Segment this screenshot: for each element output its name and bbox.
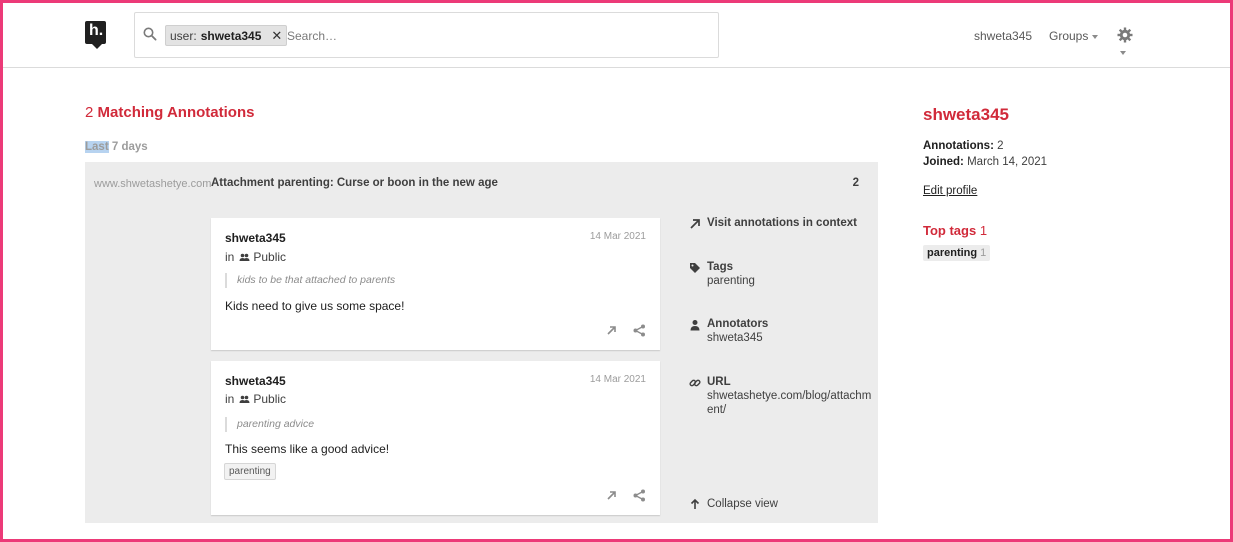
annotations-stat-value: 2 — [997, 140, 1004, 152]
gear-icon — [1117, 27, 1133, 43]
profile-username: shweta345 — [923, 105, 1009, 124]
search-filter-lozenge: user: shweta345 ✕ — [165, 25, 288, 46]
arrow-up-icon — [690, 498, 700, 509]
user-icon — [690, 320, 700, 331]
results-title: 2 Matching Annotations — [85, 104, 254, 121]
search-input[interactable] — [287, 26, 687, 46]
annotation-date[interactable]: 14 Mar 2021 — [590, 231, 646, 242]
annotation-date[interactable]: 14 Mar 2021 — [590, 374, 646, 385]
annotation-group: in Public — [225, 392, 286, 406]
collapse-view-button[interactable]: Collapse view — [689, 497, 877, 511]
top-tag-pill[interactable]: parenting 1 — [923, 245, 991, 261]
joined-stat-value: March 14, 2021 — [967, 156, 1048, 168]
bucket-tags-section: Tags parenting — [689, 261, 877, 288]
group-prefix: in — [225, 392, 235, 406]
group-prefix: in — [225, 250, 235, 264]
top-tags-count: 1 — [979, 223, 988, 238]
time-header-rest: 7 days — [108, 141, 148, 153]
settings-menu[interactable] — [1116, 26, 1146, 55]
top-tags-label: Top tags — [923, 223, 977, 238]
url-value[interactable]: shwetashetye.com/blog/attachment/ — [707, 389, 877, 417]
visit-in-context-link[interactable]: Visit annotations in context — [689, 217, 857, 230]
tags-value[interactable]: parenting — [707, 274, 877, 288]
nav-username-link[interactable]: shweta345 — [974, 29, 1032, 43]
annotation-actions — [605, 324, 646, 337]
annotation-tag[interactable]: parenting — [224, 463, 276, 480]
filter-prefix: user: — [170, 28, 197, 43]
tag-icon — [690, 263, 700, 273]
annotation-card: shweta345 14 Mar 2021 in Public parentin… — [211, 361, 660, 515]
groups-icon — [239, 395, 250, 403]
annotation-quote: kids to be that attached to parents — [225, 273, 395, 288]
annotation-body: Kids need to give us some space! — [225, 299, 405, 313]
joined-stat-label: Joined: — [923, 156, 964, 168]
groups-icon — [239, 253, 250, 261]
results-title-label: Matching Annotations — [97, 104, 255, 121]
hypothesis-logo[interactable]: h. — [85, 21, 106, 49]
time-header-highlighted: Last — [85, 141, 109, 153]
annotation-card: shweta345 14 Mar 2021 in Public kids to … — [211, 218, 660, 350]
app-window: h. user: shweta345 ✕ shweta345 Groups — [0, 0, 1233, 542]
annotation-actions — [605, 489, 646, 502]
tags-label: Tags — [707, 261, 733, 273]
url-label: URL — [707, 376, 731, 388]
bucket-url-section: URL shwetashetye.com/blog/attachment/ — [689, 376, 877, 417]
annotation-body: This seems like a good advice! — [225, 442, 390, 456]
group-name[interactable]: Public — [253, 392, 286, 406]
time-bucket-header: Last 7 days — [85, 141, 148, 153]
search-bar[interactable]: user: shweta345 ✕ — [134, 12, 719, 58]
bucket-document-title[interactable]: Attachment parenting: Curse or boon in t… — [211, 177, 498, 189]
annotations-stat-label: Annotations: — [923, 140, 994, 152]
annotators-value[interactable]: shweta345 — [707, 331, 877, 345]
remove-filter-icon[interactable]: ✕ — [271, 28, 282, 44]
external-link-icon[interactable] — [605, 489, 618, 502]
bucket-annotators-section: Annotators shweta345 — [689, 318, 877, 345]
groups-label: Groups — [1049, 29, 1089, 43]
collapse-view-label: Collapse view — [707, 498, 778, 510]
top-navigation: h. user: shweta345 ✕ shweta345 Groups — [3, 3, 1230, 68]
external-link-icon — [690, 219, 700, 229]
external-link-icon[interactable] — [605, 324, 618, 337]
profile-joined-stat: Joined: March 14, 2021 — [923, 156, 1047, 168]
bucket-domain: www.shwetashetye.com — [94, 178, 212, 190]
bucket-count: 2 — [852, 177, 859, 189]
top-tag-count: 1 — [980, 247, 987, 259]
visit-in-context-label: Visit annotations in context — [707, 217, 857, 229]
share-icon[interactable] — [633, 489, 646, 502]
annotation-username[interactable]: shweta345 — [225, 231, 286, 245]
top-tag-name: parenting — [927, 247, 978, 259]
chevron-down-icon — [1092, 34, 1099, 39]
annotation-group: in Public — [225, 250, 286, 264]
annotators-label: Annotators — [707, 318, 769, 330]
results-count: 2 — [85, 104, 94, 121]
top-tags-heading: Top tags 1 — [923, 223, 987, 238]
annotation-quote: parenting advice — [225, 417, 314, 432]
annotation-username[interactable]: shweta345 — [225, 374, 286, 388]
profile-annotations-stat: Annotations: 2 — [923, 140, 1004, 152]
link-icon — [689, 379, 701, 387]
chevron-down-icon — [1120, 50, 1126, 55]
edit-profile-link[interactable]: Edit profile — [923, 185, 977, 197]
search-icon — [143, 27, 159, 43]
share-icon[interactable] — [633, 324, 646, 337]
filter-value: shweta345 — [200, 28, 262, 43]
group-name[interactable]: Public — [253, 250, 286, 264]
groups-menu[interactable]: Groups — [1049, 29, 1099, 43]
annotation-bucket: www.shwetashetye.com Attachment parentin… — [85, 162, 878, 523]
